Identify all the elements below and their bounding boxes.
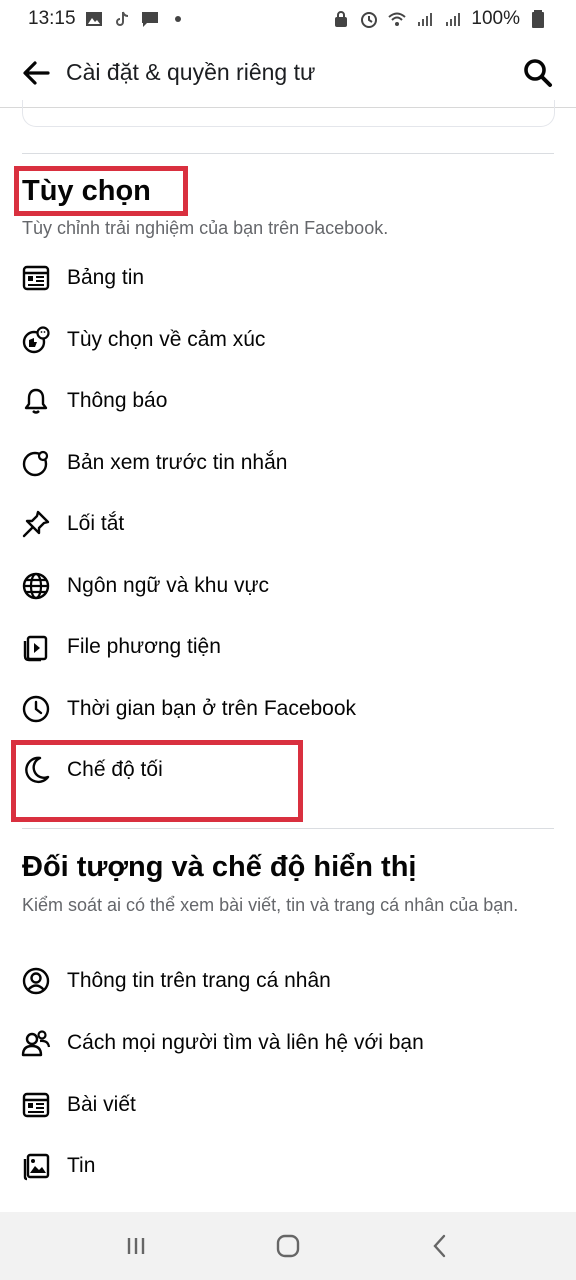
home-icon <box>276 1234 300 1258</box>
menu-item-shortcuts[interactable]: Lối tắt <box>0 496 576 552</box>
search-button[interactable] <box>514 49 562 97</box>
back-arrow-icon <box>23 60 50 85</box>
signal-icon-2 <box>443 9 463 29</box>
menu-item-label: Ngôn ngữ và khu vực <box>67 574 270 597</box>
dot-icon <box>168 9 188 29</box>
menu-item-news-feed[interactable]: Bảng tin <box>0 250 576 306</box>
posts-icon <box>21 1090 51 1120</box>
menu-item-language[interactable]: Ngôn ngữ và khu vực <box>0 558 576 614</box>
stories-icon <box>21 1151 51 1181</box>
section-divider <box>22 828 554 829</box>
preferences-title: Tùy chọn <box>22 175 151 207</box>
alarm-icon <box>359 9 379 29</box>
menu-item-dark-mode[interactable]: Chế độ tối <box>0 742 576 798</box>
previous-card-edge <box>22 100 555 127</box>
preferences-description: Tùy chỉnh trải nghiệm của bạn trên Faceb… <box>22 218 389 238</box>
recent-apps-icon <box>127 1238 145 1254</box>
chat-icon <box>140 9 160 29</box>
status-time: 13:15 <box>28 8 76 29</box>
audience-description: Kiểm soát ai có thể xem bài viết, tin và… <box>22 895 519 915</box>
section-divider <box>22 153 554 154</box>
home-button[interactable] <box>258 1216 318 1276</box>
menu-item-stories[interactable]: Tin <box>0 1138 576 1194</box>
menu-item-label: Thời gian bạn ở trên Facebook <box>67 697 357 720</box>
menu-item-label: Bài viết <box>67 1093 136 1116</box>
menu-item-label: Lối tắt <box>67 512 125 535</box>
chevron-left-icon <box>433 1234 446 1258</box>
app-bar: Cài đặt & quyền riêng tư <box>0 38 576 108</box>
menu-item-media[interactable]: File phương tiện <box>0 619 576 675</box>
clock-icon <box>21 694 51 724</box>
reaction-icon <box>21 325 51 355</box>
battery-icon <box>528 9 548 29</box>
people-icon <box>21 1028 51 1058</box>
menu-item-label: Thông báo <box>67 389 168 412</box>
menu-item-notifications[interactable]: Thông báo <box>0 373 576 429</box>
bell-icon <box>21 386 51 416</box>
page-title: Cài đặt & quyền riêng tư <box>66 59 316 85</box>
audience-title: Đối tượng và chế độ hiển thị <box>22 851 417 883</box>
menu-item-label: Tùy chọn về cảm xúc <box>67 328 266 351</box>
menu-item-label: Tin <box>67 1154 96 1177</box>
gallery-icon <box>84 9 104 29</box>
tiktok-icon <box>112 9 132 29</box>
menu-item-find-contact[interactable]: Cách mọi người tìm và liên hệ với bạn <box>0 1015 576 1071</box>
wifi-icon <box>387 9 407 29</box>
alarm-lock-icon <box>331 9 351 29</box>
back-nav-button[interactable] <box>410 1216 470 1276</box>
menu-item-label: Bản xem trước tin nhắn <box>67 451 288 474</box>
menu-item-posts[interactable]: Bài viết <box>0 1077 576 1133</box>
status-bar: 13:15 100% <box>0 0 576 38</box>
news-feed-icon <box>21 263 51 293</box>
menu-item-label: Chế độ tối <box>67 758 163 781</box>
system-nav-bar <box>0 1212 576 1280</box>
menu-item-label: Cách mọi người tìm và liên hệ với bạn <box>67 1031 424 1054</box>
signal-icon <box>415 9 435 29</box>
globe-icon <box>21 571 51 601</box>
menu-item-label: File phương tiện <box>67 635 221 658</box>
menu-item-reactions[interactable]: Tùy chọn về cảm xúc <box>0 312 576 368</box>
menu-item-profile-info[interactable]: Thông tin trên trang cá nhân <box>0 953 576 1009</box>
status-right: 100% <box>331 8 548 30</box>
recent-apps-button[interactable] <box>106 1216 166 1276</box>
menu-item-label: Thông tin trên trang cá nhân <box>67 969 331 992</box>
battery-percent: 100% <box>471 8 520 29</box>
menu-item-message-preview[interactable]: Bản xem trước tin nhắn <box>0 435 576 491</box>
moon-icon <box>21 755 51 785</box>
message-preview-icon <box>21 448 51 478</box>
media-icon <box>21 632 51 662</box>
pin-icon <box>21 509 51 539</box>
menu-item-label: Bảng tin <box>67 266 145 289</box>
search-icon <box>524 58 552 87</box>
profile-icon <box>21 966 51 996</box>
menu-item-time-on-facebook[interactable]: Thời gian bạn ở trên Facebook <box>0 681 576 737</box>
status-left: 13:15 <box>28 8 188 30</box>
back-button[interactable] <box>12 49 60 97</box>
